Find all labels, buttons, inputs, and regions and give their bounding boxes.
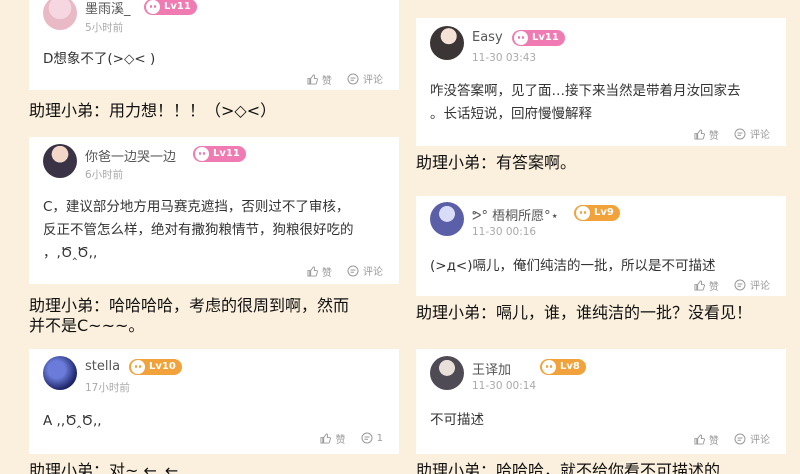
username[interactable]: 墨雨溪_ [85,0,131,17]
avatar[interactable] [430,202,464,236]
comment-actions: 赞 评论 [295,71,383,88]
comment-icon [361,432,373,444]
comment-button[interactable]: 评论 [734,126,770,141]
comment-text: 。长话短说，回府慢慢解释 [430,106,592,122]
comment-actions: 赞 1 [308,431,383,447]
comment-icon [347,265,359,276]
assistant-reply: 助理小弟：对~ ←_← [29,461,179,474]
comment-text: 咋没答案啊，见了面…接下来当然是带着月汝回家去 [430,83,741,99]
comment-text: 不可描述 [430,412,484,428]
level-badge: Lv11 [512,30,565,46]
avatar[interactable] [43,0,77,30]
comment-time: 11-30 03:43 [472,52,537,64]
assistant-reply: 助理小弟：哈哈哈，就不给你看不可描述的 [416,461,721,474]
comment-actions: 赞 评论 [682,126,770,143]
comment-text: 反正不管怎么样，绝对有撒狗粮情节，狗粮很好吃的 [43,222,354,238]
avatar[interactable] [430,26,464,60]
level-badge: Lv9 [574,205,620,221]
level-badge: Lv10 [129,359,182,375]
like-button[interactable]: 赞 [320,431,345,446]
thumbs-up-icon [320,433,332,444]
comment-button[interactable]: 评论 [347,71,383,86]
comment-card: 你爸一边哭一边 Lv11 6小时前 C，建议部分地方用马赛克遮挡，否则过不了审核… [29,137,399,284]
avatar[interactable] [43,356,77,390]
comment-time: 11-30 00:16 [472,226,537,238]
username[interactable]: 王译加 [472,359,511,378]
assistant-reply: 助理小弟：用力想！！！（>◇<） [29,101,277,120]
comment-text: A ,,Ծ‸Ծ,, [43,413,102,429]
comment-icon [734,433,746,444]
comment-button[interactable]: 评论 [347,263,383,278]
comment-time: 5小时前 [85,22,124,34]
level-face-icon [195,147,209,161]
comment-text: D想象不了(>◇< ) [43,51,156,67]
level-badge: Lv8 [540,359,586,375]
comment-card: ᕗ° 梧桐所愿°⋆ Lv9 11-30 00:16 (>д<)嗝儿，俺们纯洁的一… [416,196,786,296]
comment-actions: 赞 评论 [682,431,770,448]
like-button[interactable]: 赞 [694,278,719,293]
comment-time: 11-30 00:14 [472,380,537,392]
assistant-reply: 助理小弟：有答案啊。 [416,153,577,172]
comment-icon [734,128,746,139]
comment-time: 17小时前 [85,382,130,394]
comment-time: 6小时前 [85,169,124,181]
comment-card: 墨雨溪_ Lv11 5小时前 D想象不了(>◇< ) 赞 评论 [29,0,399,90]
comment-button[interactable]: 1 [361,432,383,444]
avatar[interactable] [430,356,464,390]
username[interactable]: 你爸一边哭一边 [85,146,176,165]
assistant-reply: 助理小弟：哈哈哈哈，考虑的很周到啊，然而 并不是C~~~。 [29,296,350,335]
level-face-icon [131,360,145,374]
level-badge: Lv11 [144,0,197,15]
level-face-icon [576,206,590,220]
avatar[interactable] [43,144,77,178]
comment-text: ，,Ծ‸Ծ,, [43,245,98,261]
comment-text: (>д<)嗝儿，俺们纯洁的一批，所以是不可描述 [430,258,716,274]
level-face-icon [542,360,556,374]
comment-card: stella Lv10 17小时前 A ,,Ծ‸Ծ,, 赞 1 [29,349,399,454]
thumbs-up-icon [307,265,318,277]
comment-text: C，建议部分地方用马赛克遮挡，否则过不了审核， [43,199,350,215]
assistant-reply: 助理小弟：嗝儿，谁，谁纯洁的一批？没看见！ [416,303,753,322]
thumbs-up-icon [307,73,318,85]
thumbs-up-icon [694,433,705,445]
level-face-icon [146,0,160,14]
like-button[interactable]: 赞 [694,432,719,447]
level-badge: Lv11 [193,146,246,162]
comment-button[interactable]: 评论 [734,277,770,292]
username[interactable]: ᕗ° 梧桐所愿°⋆ [472,205,559,224]
comment-card: 王译加 Lv8 11-30 00:14 不可描述 赞 评论 [416,349,786,454]
comment-button[interactable]: 评论 [734,431,770,446]
like-button[interactable]: 赞 [307,264,332,279]
level-face-icon [514,31,528,45]
like-button[interactable]: 赞 [694,127,719,142]
comment-icon [734,279,746,290]
comment-actions: 赞 评论 [682,277,770,294]
username[interactable]: stella [85,359,120,374]
comment-icon [347,73,359,84]
thumbs-up-icon [694,279,705,291]
like-button[interactable]: 赞 [307,72,332,87]
comment-card: Easy Lv11 11-30 03:43 咋没答案啊，见了面…接下来当然是带着… [416,18,786,146]
thumbs-up-icon [694,128,705,140]
comment-actions: 赞 评论 [295,263,383,280]
username[interactable]: Easy [472,30,503,45]
